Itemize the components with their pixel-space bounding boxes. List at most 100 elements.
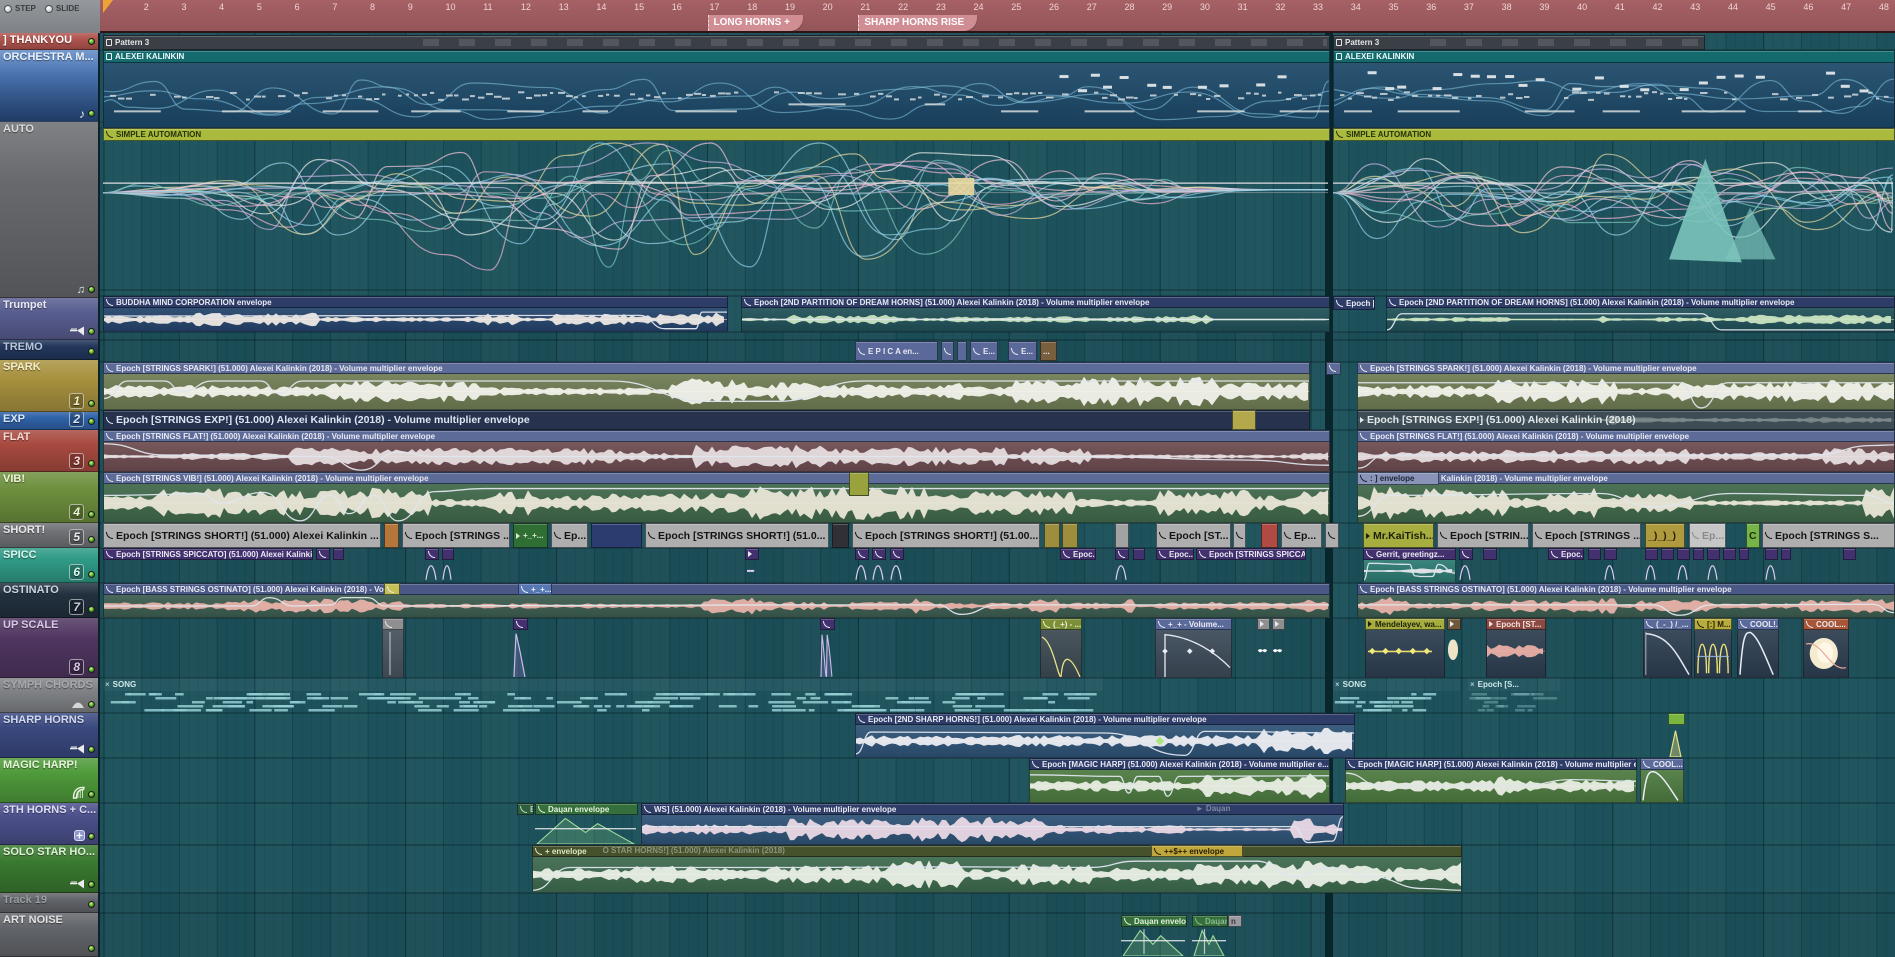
clip-epoch[interactable]: Epoch [... (1333, 296, 1375, 310)
clip-mini[interactable] (849, 472, 869, 496)
clip-envelope[interactable]: : ] envelope (1357, 472, 1439, 485)
clip-alexei-kalinkin[interactable]: ALEXEI KALINKIN (1333, 50, 1895, 128)
clip-ws-51-000-alexei-kalinkin-2018-volume-multiplier-envelope[interactable]: WS] (51.000) Alexei Kalinkin (2018) - Vo… (641, 803, 1344, 845)
clip-envelope[interactable]: ++$++ envelope (1151, 845, 1243, 857)
clip-mini[interactable] (1765, 548, 1778, 583)
clip-clip[interactable]: (_-_) /_... (1643, 618, 1692, 678)
track-header-track-19[interactable]: Track 19 (0, 893, 98, 913)
clip-mini[interactable] (384, 523, 399, 548)
clip-mini[interactable] (855, 548, 869, 583)
track-mute-led[interactable] (88, 511, 95, 518)
track-mute-led[interactable] (88, 701, 95, 708)
clip-pattern-3[interactable]: Pattern 3 (103, 35, 1330, 50)
track-mute-led[interactable] (88, 418, 95, 425)
clip-da-an-envelope[interactable]: Daųan envelope (1121, 915, 1187, 957)
clip-epoch-2nd-partition-of-dream-horns-51-000-alexei-kalinkin-2018-volume-multiplier-envelope[interactable]: Epoch [2ND PARTITION OF DREAM HORNS] (51… (1386, 296, 1895, 332)
clip-mini[interactable] (1661, 548, 1674, 560)
track-header-spicc[interactable]: SPICC 6 (0, 548, 98, 583)
clip-da-an-envelope[interactable]: Daųan envelope (535, 803, 638, 845)
track-header-short[interactable]: SHORT! 5 (0, 523, 98, 548)
clip-epoch-strings-s[interactable]: Epoch [STRINGS S... (1762, 523, 1895, 548)
track-header-vib[interactable]: VIB! 4 (0, 472, 98, 523)
clip-n[interactable]: n (1228, 915, 1242, 927)
clip-mini[interactable] (1483, 548, 1497, 560)
clip-song[interactable]: × SONG (1333, 678, 1460, 713)
track-mute-led[interactable] (88, 536, 95, 543)
clip-mini[interactable] (1693, 548, 1704, 560)
clip-epoch-strings-vib-51-000-alexei-kalinkin-2018-volume-multiplier-envelope[interactable]: Epoch [STRINGS VIB!] (51.000) Alexei Kal… (103, 472, 1330, 523)
clip-song[interactable]: × SONG (103, 678, 1103, 713)
clip-mini[interactable] (1115, 548, 1129, 583)
clip-mini[interactable] (1325, 523, 1339, 548)
clip-mini[interactable] (872, 548, 886, 583)
clip-pattern-3[interactable]: Pattern 3 (1333, 35, 1705, 50)
clip-ep[interactable]: Ep... (1281, 523, 1322, 548)
clip-e-ch[interactable]: E..ch (517, 803, 534, 815)
playhead-pennant-icon[interactable] (103, 0, 113, 13)
clip-mini[interactable] (1843, 548, 1856, 560)
clip-epoch-strings-flat-51-000-alexei-kalinkin-2018-volume-multiplier-envelope[interactable]: Epoch [STRINGS FLAT!] (51.000) Alexei Ka… (1357, 430, 1895, 472)
clip-mini[interactable] (382, 618, 404, 678)
track-header-flat[interactable]: FLAT 3 (0, 430, 98, 472)
clip-epoch-st[interactable]: Epoch [ST... (1156, 523, 1231, 548)
track-header-thankyou[interactable]: ] THANKYOU (0, 33, 98, 50)
clip-mini[interactable] (1232, 410, 1256, 430)
clip-epoch-strings-short-51-00[interactable]: Epoch [STRINGS SHORT!] (51.00... (852, 523, 1040, 548)
clip-ep[interactable]: Ep... (551, 523, 588, 548)
clip-cool[interactable]: COOL... (1803, 618, 1849, 678)
clip-cool[interactable]: COOL... (1640, 758, 1684, 803)
clip-epoch-magic-harp-51-000-alexei-kalinkin-2018-volume-multiplier-e[interactable]: Epoch [MAGIC HARP] (51.000) Alexei Kalin… (1029, 758, 1330, 803)
clip-mini[interactable] (1723, 548, 1736, 560)
clip-epoc[interactable]: Epoc... (1156, 548, 1194, 560)
clip-simple-automation[interactable]: SIMPLE AUTOMATION (103, 128, 1330, 290)
track-header-art-noise[interactable]: ART NOISE (0, 913, 98, 957)
clip-mini[interactable] (1447, 618, 1461, 678)
track-mute-led[interactable] (88, 348, 95, 355)
timeline-ruler[interactable]: 2 3 4 5 6 7 8 9 10 11 12 13 14 15 16 17 18 19 20 21 22 23 24 25… (100, 0, 1895, 33)
clip-c[interactable]: C (1746, 523, 1760, 548)
track-header-symph-chords[interactable]: SYMPH CHORDS (0, 678, 98, 713)
track-mute-led[interactable] (88, 460, 95, 467)
track-header-sharp-horns[interactable]: SHARP HORNS (0, 713, 98, 758)
step-toggle[interactable]: STEP (4, 3, 36, 14)
track-mute-led[interactable] (88, 666, 95, 673)
clip-epoch-strin[interactable]: Epoch [STRIN... (1437, 523, 1529, 548)
clip-m[interactable]: [:] M... (1694, 618, 1732, 678)
clip-epoch-strings-exp-51-000-alexei-kalinkin-2018-volume-multiplier-envelope[interactable]: Epoch [STRINGS EXP!] (51.000) Alexei Kal… (103, 410, 1310, 430)
track-mute-led[interactable] (88, 400, 95, 407)
clip-epoch-magic-harp-51-000-alexei-kalinkin-2018-volume-multiplier-envelope[interactable]: Epoch [MAGIC HARP] (51.000) Alexei Kalin… (1345, 758, 1637, 803)
track-mute-led[interactable] (88, 901, 95, 908)
clip-epoch-strings-spark-51-000-alexei-kalinkin-2018-volume-multiplier-envelope[interactable]: Epoch [STRINGS SPARK!] (51.000) Alexei K… (1357, 362, 1895, 410)
track-mute-led[interactable] (88, 833, 95, 840)
track-header-orchestra-m[interactable]: ORCHESTRA M... ♪ (0, 50, 98, 122)
clip-epoch-strings-short-51-000-alexei-kalinkin[interactable]: Epoch [STRINGS SHORT!] (51.000) Alexei K… (103, 523, 381, 548)
clip-epoch-strings-exp-51-000-alexei-kalinkin-2018[interactable]: Epoch [STRINGS EXP!] (51.000) Alexei Kal… (1357, 410, 1895, 430)
clip-epoc[interactable]: Epoc... (1548, 548, 1584, 560)
clip-da-an[interactable]: Daųan (1192, 915, 1228, 957)
clip-mini[interactable] (384, 583, 400, 595)
clip-simple-automation[interactable]: SIMPLE AUTOMATION (1333, 128, 1895, 290)
clip-epoch-st[interactable]: Epoch [ST... (1486, 618, 1546, 678)
clip-epoch-strings[interactable]: Epoch [STRINGS ... (1532, 523, 1641, 548)
clip-mini[interactable] (1604, 548, 1617, 583)
clip-epoch-2nd-partition-of-dream-horns-51-000-alexei-kalinkin-2018-volume-multiplier-envelope[interactable]: Epoch [2ND PARTITION OF DREAM HORNS] (51… (741, 296, 1330, 332)
clip-epoch-bass-strings-ostinato-51-000-alexei-kalinkin-2018-vol[interactable]: Epoch [BASS STRINGS OSTINATO] (51.000) A… (103, 583, 1330, 618)
clip-mini[interactable] (333, 548, 344, 560)
clip-epoch-bass-strings-ostinato-51-000-alexei-kalinkin-2018-volume-multiplier-envelope[interactable]: Epoch [BASS STRINGS OSTINATO] (51.000) A… (1357, 583, 1895, 618)
clip-cool[interactable]: COOL!... (1737, 618, 1779, 678)
clip-mini[interactable] (832, 523, 849, 548)
track-mute-led[interactable] (88, 881, 95, 888)
clip-e[interactable]: E... (970, 341, 998, 361)
clip-clip[interactable]: _)_)_) (1645, 523, 1685, 548)
clip-epoch-strings[interactable]: Epoch [STRINGS ... (402, 523, 510, 548)
clip-clip[interactable]: +_+... (518, 583, 552, 595)
track-header-spark[interactable]: SPARK 1 (0, 360, 98, 412)
track-mute-led[interactable] (88, 606, 95, 613)
clip-mini[interactable] (1459, 548, 1473, 583)
clip-mini[interactable] (941, 341, 954, 361)
timeline-marker-sharp-horns-rise[interactable]: SHARP HORNS RISE (858, 15, 978, 31)
clip-mini[interactable] (1233, 523, 1246, 548)
track-header-trumpet[interactable]: Trumpet (0, 298, 98, 340)
track-mute-led[interactable] (88, 328, 95, 335)
clip-mr-kaitish[interactable]: Mr.KaiTish... (1363, 523, 1434, 548)
